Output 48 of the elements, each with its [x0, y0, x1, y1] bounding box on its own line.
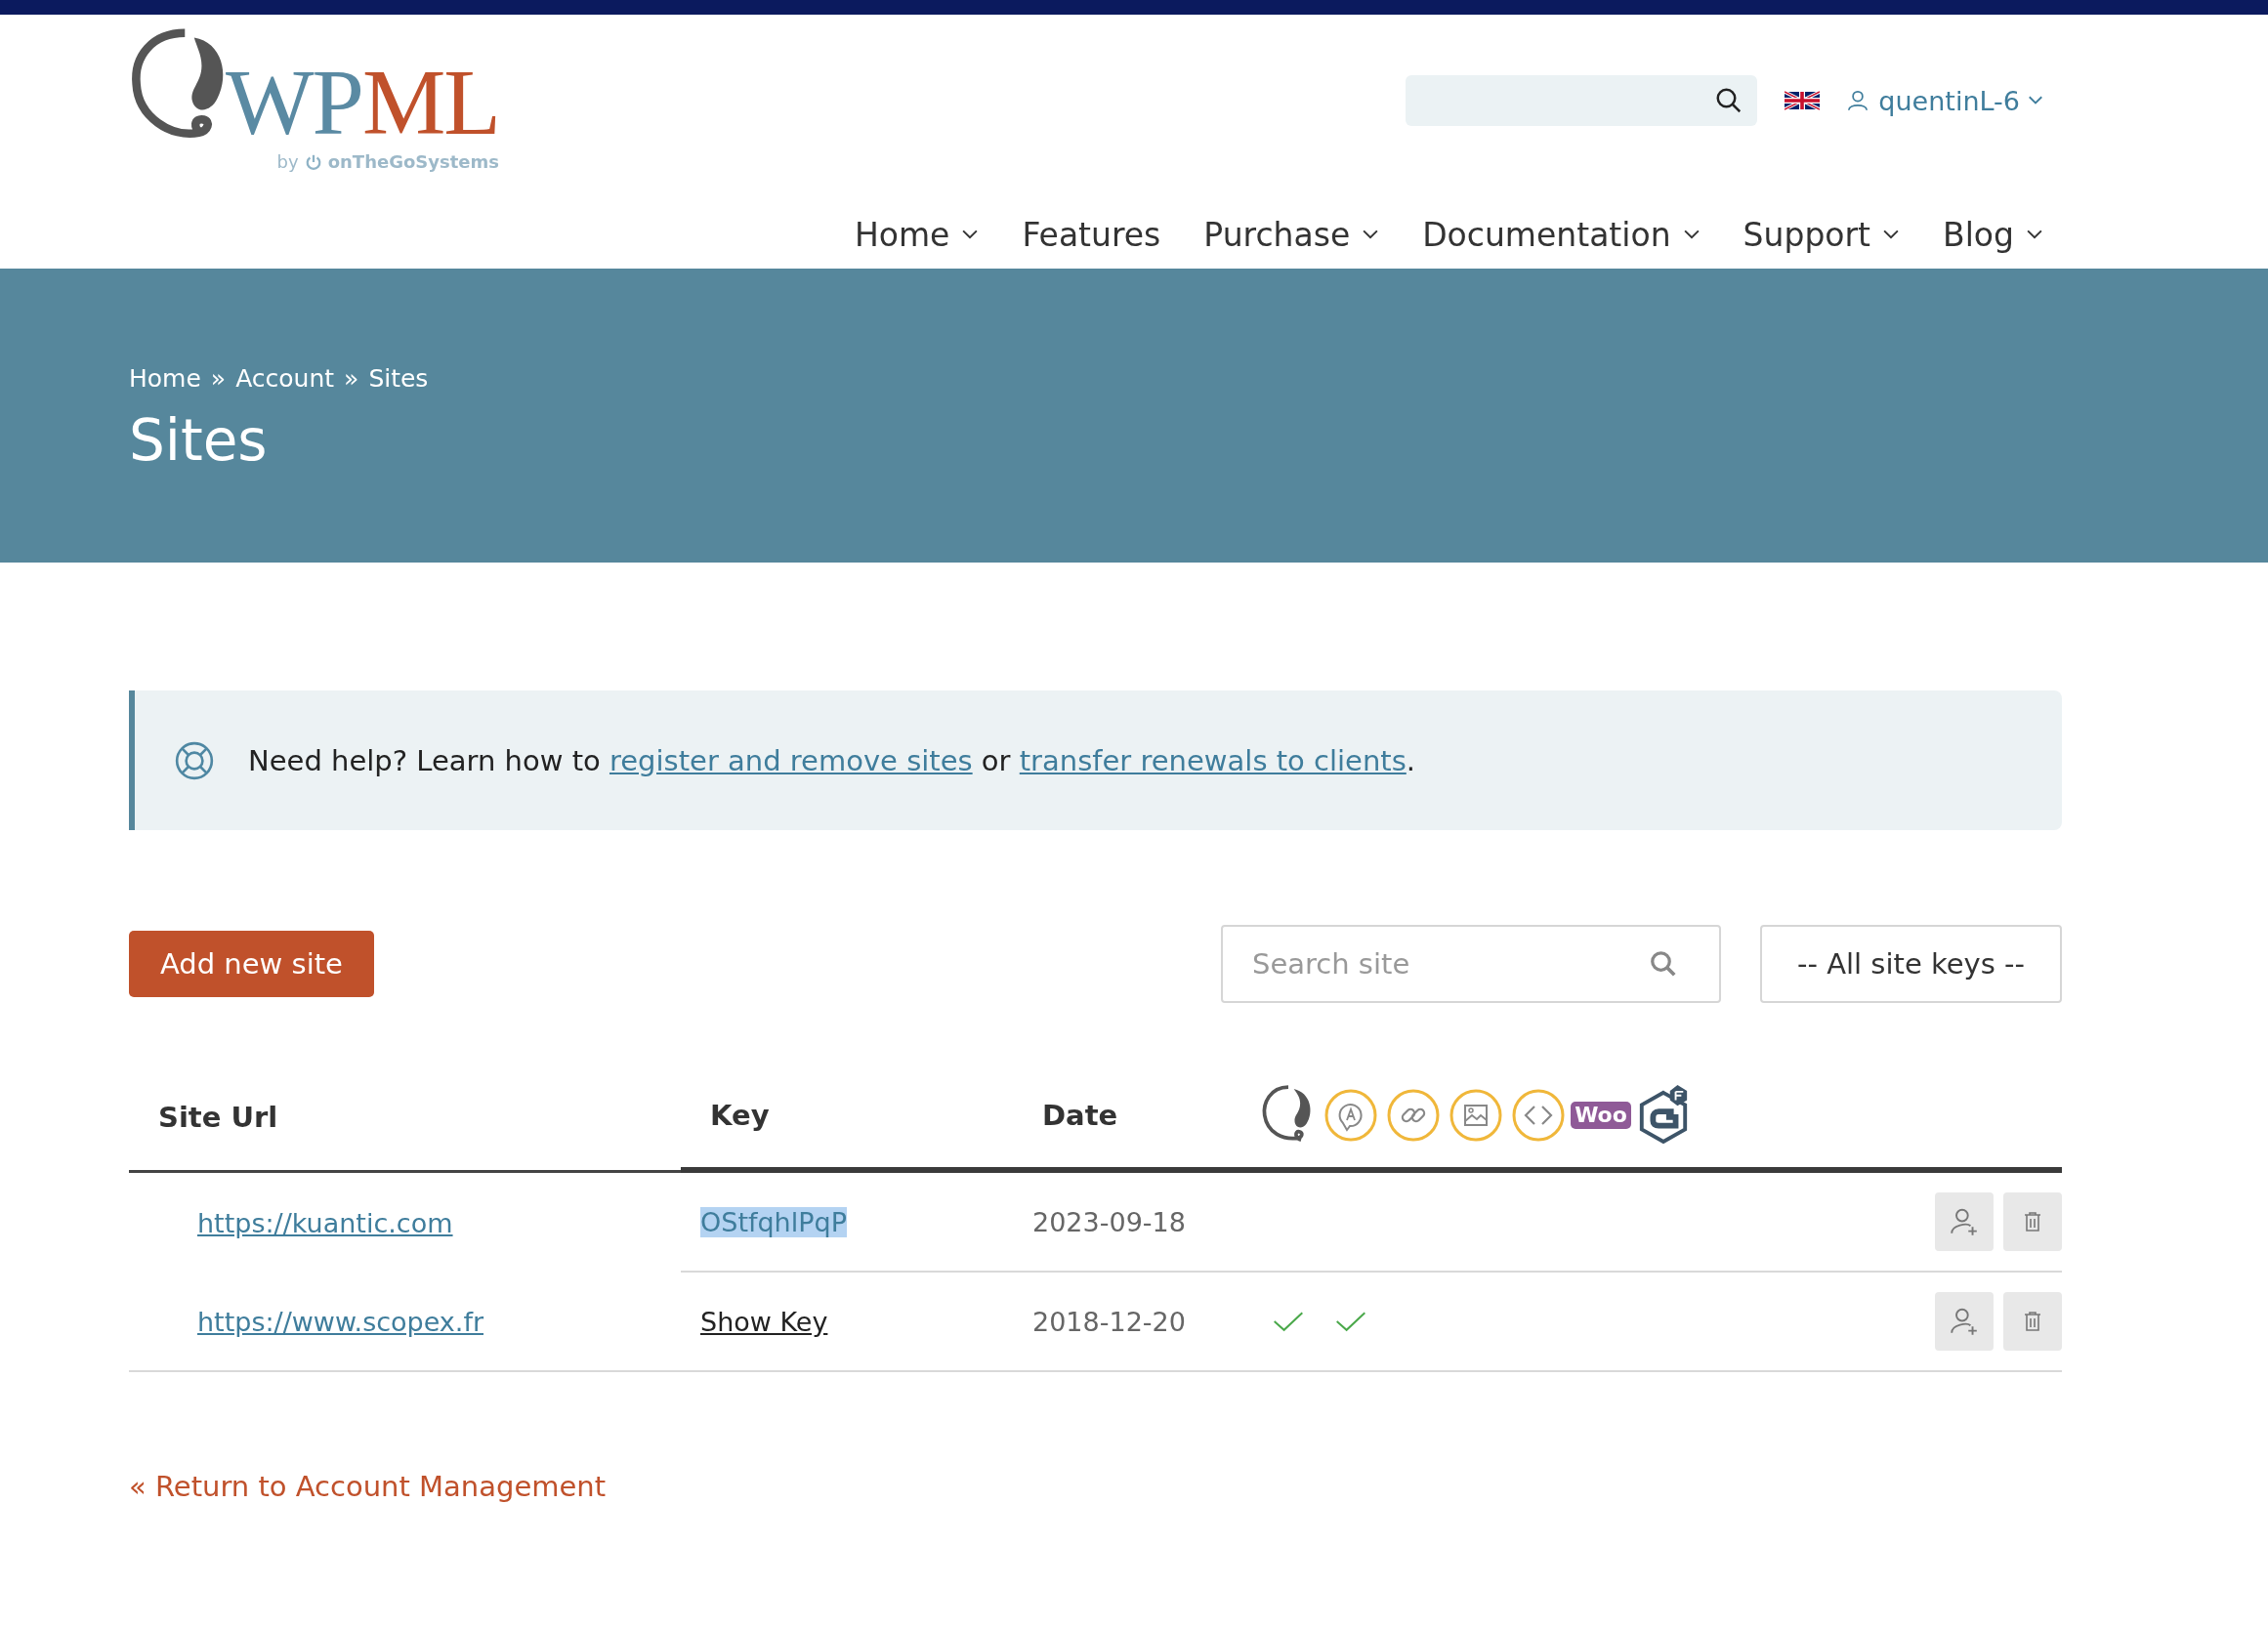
- add-user-button[interactable]: [1935, 1192, 1994, 1251]
- breadcrumb-link[interactable]: Account: [235, 364, 335, 393]
- logo-wordmark[interactable]: WPML: [226, 56, 499, 149]
- translate-icon: [1323, 1088, 1378, 1143]
- column-header: Site Url: [129, 1064, 681, 1173]
- search-field[interactable]: [1406, 75, 1758, 126]
- lifebuoy-icon: [174, 739, 215, 781]
- uk-flag-icon[interactable]: [1785, 90, 1821, 111]
- breadcrumb-separator: »: [210, 364, 227, 393]
- breadcrumb-link[interactable]: Home: [129, 364, 201, 393]
- help-link[interactable]: register and remove sites: [609, 743, 973, 777]
- show-key-link[interactable]: Show Key: [700, 1306, 828, 1337]
- site-key-filter[interactable]: -- All site keys --: [1760, 925, 2062, 1003]
- link-icon: [1386, 1088, 1441, 1143]
- nav-link[interactable]: Purchase: [1203, 216, 1380, 254]
- breadcrumb-current: Sites: [368, 364, 429, 393]
- chevron-down-icon: [2028, 96, 2043, 105]
- date-cell: 2023-09-18: [1032, 1206, 1186, 1237]
- byline-brand: onTheGoSystems: [327, 151, 499, 172]
- site-key: OStfqhlPqP: [700, 1206, 847, 1237]
- add-site-button[interactable]: Add new site: [129, 931, 374, 997]
- add-user-button[interactable]: [1935, 1292, 1994, 1351]
- nav-link[interactable]: Home: [854, 216, 980, 254]
- help-text: Need help? Learn how to register and remove sites or transfer renewals to clients.: [248, 743, 1416, 777]
- nav-link[interactable]: Documentation: [1422, 216, 1701, 254]
- image-icon: [1449, 1088, 1503, 1143]
- add-user-icon: [1949, 1306, 1980, 1337]
- site-url-link[interactable]: https://www.scopex.fr: [197, 1306, 483, 1337]
- nav-link[interactable]: Features: [1022, 216, 1161, 254]
- column-header: Date: [1013, 1064, 1257, 1173]
- nav-link[interactable]: Support: [1743, 216, 1901, 254]
- delete-button[interactable]: [2003, 1292, 2062, 1351]
- power-icon: [304, 152, 322, 171]
- site-url-link[interactable]: https://kuantic.com: [197, 1207, 453, 1238]
- user-menu[interactable]: quentinL-6: [1845, 85, 2043, 116]
- nav-link[interactable]: Blog: [1943, 216, 2043, 254]
- page-title: Sites: [129, 410, 269, 473]
- date-cell: 2018-12-20: [1032, 1306, 1186, 1337]
- help-link[interactable]: transfer renewals to clients: [1019, 743, 1407, 777]
- woo-logo: Woo: [1571, 1101, 1631, 1130]
- code-icon: [1511, 1088, 1566, 1143]
- add-user-icon: [1949, 1206, 1980, 1237]
- byline-text: by: [276, 151, 299, 172]
- site-search-field[interactable]: Search site: [1221, 925, 1721, 1003]
- return-link[interactable]: « Return to Account Management: [129, 1470, 607, 1503]
- delete-button[interactable]: [2003, 1192, 2062, 1251]
- column-header: Key: [681, 1064, 1013, 1173]
- breadcrumb-separator: »: [344, 364, 359, 393]
